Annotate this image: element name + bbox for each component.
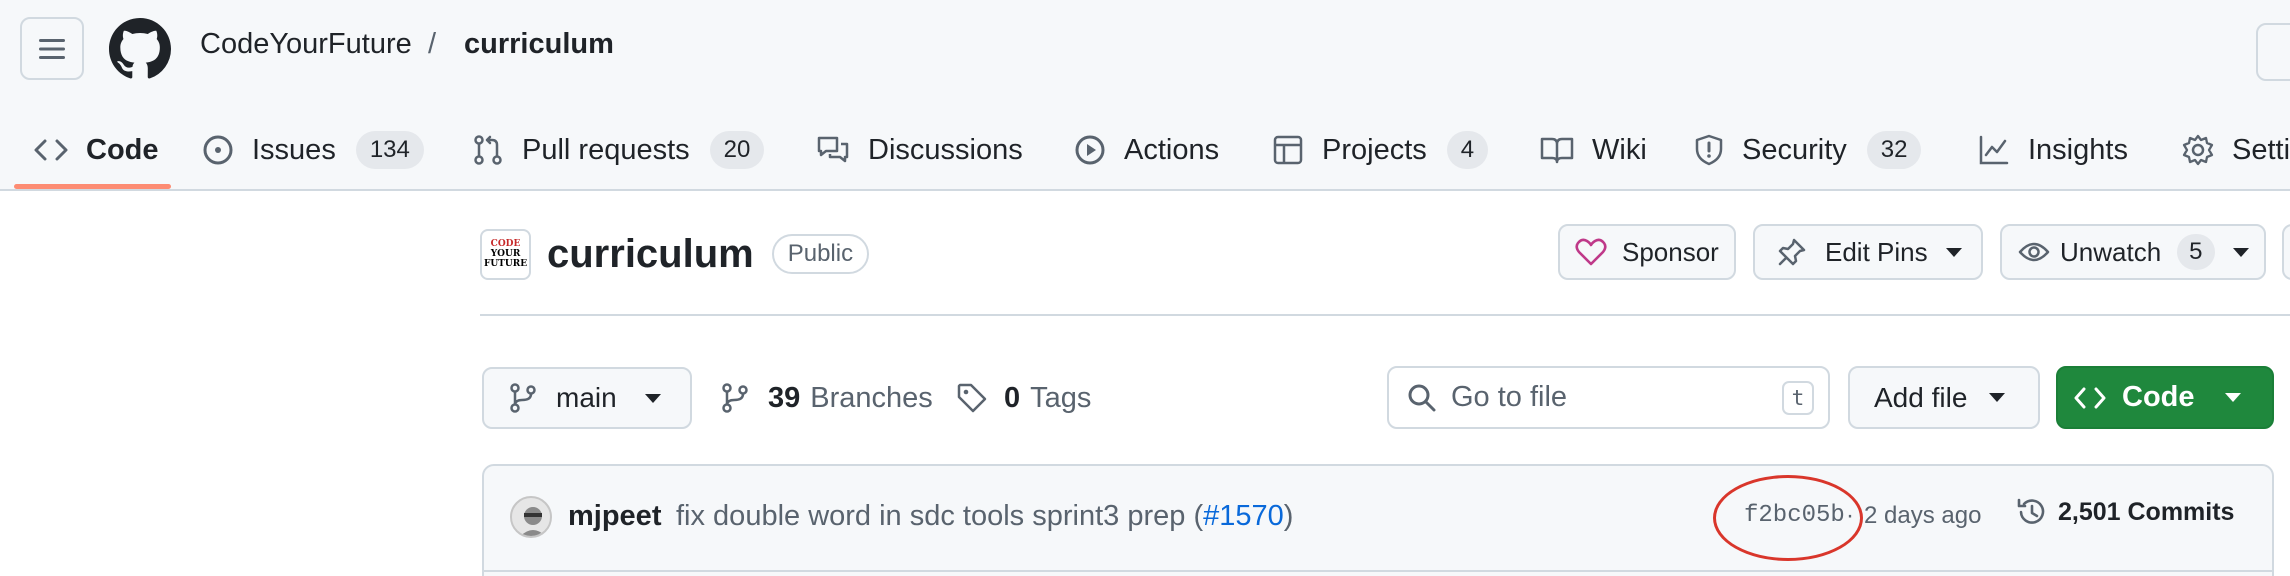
chevron-down-icon bbox=[644, 393, 661, 403]
active-tab-indicator bbox=[14, 184, 171, 189]
global-search-button[interactable] bbox=[2256, 23, 2290, 81]
code-icon bbox=[34, 139, 68, 161]
heart-icon bbox=[1575, 238, 1607, 266]
sponsor-label: Sponsor bbox=[1622, 236, 1719, 267]
fork-button-partial[interactable] bbox=[2282, 224, 2290, 280]
avatar[interactable] bbox=[510, 496, 552, 538]
branch-icon bbox=[722, 383, 748, 413]
history-icon bbox=[2017, 498, 2045, 524]
go-to-file-search[interactable]: Go to file t bbox=[1387, 366, 1830, 429]
chevron-down-icon bbox=[1945, 247, 1962, 257]
chevron-down-icon bbox=[2232, 247, 2249, 257]
tab-label: Security bbox=[1742, 133, 1847, 166]
tags-count: 0 bbox=[1004, 381, 1021, 414]
commit-time: · 2 days ago bbox=[1846, 502, 1982, 529]
repo-owner-avatar[interactable]: CODE YOUR FUTURE bbox=[480, 228, 531, 280]
hamburger-icon bbox=[39, 38, 65, 59]
projects-counter: 4 bbox=[1446, 131, 1489, 169]
commit-history-link[interactable]: 2,501 Commits bbox=[2016, 496, 2234, 528]
watchers-counter: 5 bbox=[2177, 234, 2215, 270]
tab-settings[interactable]: Setti bbox=[2182, 110, 2290, 190]
code-label: Code bbox=[2122, 381, 2195, 413]
tab-issues[interactable]: Issues 134 bbox=[202, 110, 424, 190]
repo-header: CodeYourFuture / curriculum Code Issues … bbox=[0, 0, 2290, 191]
book-icon bbox=[1540, 137, 1574, 164]
tab-label: Pull requests bbox=[522, 133, 690, 166]
discussions-icon bbox=[817, 136, 849, 163]
play-icon bbox=[1075, 135, 1105, 165]
tab-code[interactable]: Code bbox=[34, 110, 159, 190]
tab-label: Wiki bbox=[1592, 133, 1647, 166]
branch-name: main bbox=[556, 382, 617, 413]
tab-label: Actions bbox=[1124, 133, 1220, 166]
latest-commit-box: mjpeet fix double word in sdc tools spri… bbox=[482, 464, 2274, 576]
breadcrumb-repo[interactable]: curriculum bbox=[464, 28, 614, 61]
keyboard-shortcut: t bbox=[1782, 381, 1814, 415]
edit-pins-button[interactable]: Edit Pins bbox=[1753, 224, 1983, 280]
edit-pins-label: Edit Pins bbox=[1825, 236, 1928, 267]
tab-wiki[interactable]: Wiki bbox=[1540, 110, 1647, 190]
commit-author[interactable]: mjpeet bbox=[568, 500, 661, 533]
tab-projects[interactable]: Projects 4 bbox=[1272, 110, 1489, 190]
gear-icon bbox=[2182, 134, 2214, 166]
tab-label: Setti bbox=[2232, 133, 2290, 166]
tab-label: Issues bbox=[252, 133, 336, 166]
graph-icon bbox=[1979, 135, 2009, 165]
repo-name[interactable]: curriculum bbox=[547, 232, 754, 277]
branch-icon bbox=[510, 383, 536, 413]
pull-requests-counter: 20 bbox=[709, 131, 765, 169]
tab-label: Code bbox=[86, 133, 159, 166]
tab-security[interactable]: Security 32 bbox=[1694, 110, 1922, 190]
code-icon bbox=[2074, 387, 2106, 408]
visibility-badge: Public bbox=[771, 234, 870, 274]
chevron-down-icon bbox=[1989, 393, 2006, 402]
branch-selector[interactable]: main bbox=[482, 367, 692, 429]
tag-icon bbox=[957, 383, 987, 413]
tags-label: Tags bbox=[1030, 381, 1092, 414]
sponsor-button[interactable]: Sponsor bbox=[1558, 224, 1736, 280]
unwatch-button[interactable]: Unwatch 5 bbox=[2000, 224, 2266, 280]
tags-link[interactable]: 0 Tags bbox=[956, 376, 1091, 420]
branches-label: Branches bbox=[810, 381, 933, 414]
search-icon bbox=[1408, 384, 1436, 412]
shield-icon bbox=[1695, 134, 1723, 166]
title-divider bbox=[480, 314, 2290, 316]
add-file-button[interactable]: Add file bbox=[1848, 366, 2040, 429]
code-dropdown-button[interactable]: Code bbox=[2056, 366, 2274, 429]
tab-actions[interactable]: Actions bbox=[1074, 110, 1219, 190]
issues-counter: 134 bbox=[355, 131, 424, 169]
commit-message[interactable]: fix double word in sdc tools sprint3 pre… bbox=[676, 500, 1293, 533]
pin-icon bbox=[1778, 238, 1806, 266]
repo-title-row: CODE YOUR FUTURE curriculum Public bbox=[480, 224, 870, 284]
github-logo-icon[interactable] bbox=[109, 18, 171, 80]
eye-icon bbox=[2018, 242, 2050, 262]
menu-button[interactable] bbox=[20, 17, 84, 80]
pull-request-icon bbox=[474, 135, 502, 165]
unwatch-label: Unwatch bbox=[2060, 236, 2162, 267]
tab-insights[interactable]: Insights bbox=[1978, 110, 2128, 190]
branches-count: 39 bbox=[768, 381, 801, 414]
annotation-circle bbox=[1713, 475, 1863, 561]
breadcrumb-owner[interactable]: CodeYourFuture bbox=[200, 28, 412, 61]
issue-icon bbox=[203, 135, 233, 165]
commits-count: 2,501 Commits bbox=[2058, 497, 2235, 526]
table-icon bbox=[1273, 135, 1303, 165]
branches-link[interactable]: 39 Branches bbox=[720, 376, 933, 420]
tab-label: Discussions bbox=[868, 133, 1023, 166]
latest-commit-row: mjpeet fix double word in sdc tools spri… bbox=[484, 466, 2272, 572]
add-file-label: Add file bbox=[1874, 381, 1968, 413]
search-placeholder: Go to file bbox=[1451, 381, 1568, 413]
tab-label: Projects bbox=[1322, 133, 1427, 166]
tab-label: Insights bbox=[2028, 133, 2128, 166]
breadcrumb-separator: / bbox=[428, 28, 437, 60]
user-avatar-icon bbox=[520, 507, 546, 536]
tab-pull-requests[interactable]: Pull requests 20 bbox=[472, 110, 765, 190]
tab-discussions[interactable]: Discussions bbox=[816, 110, 1023, 190]
pull-request-link[interactable]: #1570 bbox=[1203, 500, 1284, 532]
chevron-down-icon bbox=[2224, 393, 2241, 402]
security-counter: 32 bbox=[1866, 131, 1922, 169]
